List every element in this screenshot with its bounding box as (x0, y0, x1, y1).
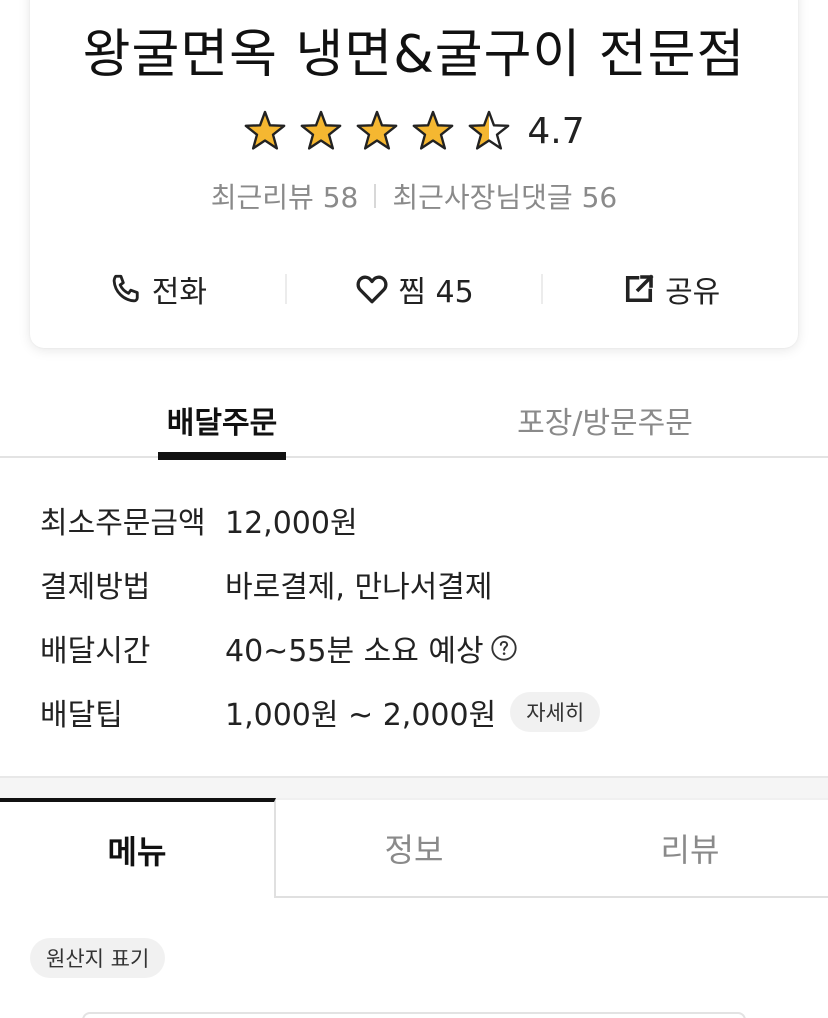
share-icon (626, 274, 654, 303)
question-circle-icon[interactable] (490, 634, 518, 662)
info-value: 12,000원 (225, 506, 358, 541)
heart-icon (356, 275, 388, 304)
min-order-row: 최소주문금액 12,000원 (40, 488, 800, 552)
share-label: 공유 (665, 275, 721, 310)
star-rating (243, 109, 511, 153)
store-name: 왕굴면옥 냉면&굴구이 전문점 (82, 25, 746, 85)
like-button[interactable]: 찜 45 (287, 267, 542, 311)
phone-icon (112, 274, 139, 303)
recent-review-count[interactable]: 최근리뷰 58 (211, 176, 359, 216)
store-header-card: 왕굴면옥 냉면&굴구이 전문점 4.7 최근리뷰 58 최근사장님댓글 56 전… (30, 0, 798, 348)
delivery-tip-row: 배달팁 1,000원 ~ 2,000원 자세히 (40, 680, 800, 744)
delivery-info: 최소주문금액 12,000원 결제방법 바로결제, 만나서결제 배달시간 40~… (40, 488, 800, 744)
star-icon (300, 110, 342, 150)
order-type-tabs: 배달주문 포장/방문주문 (0, 380, 828, 460)
info-label: 배달시간 (40, 634, 151, 669)
tab-menu[interactable]: 메뉴 (0, 798, 276, 898)
delivery-time-row: 배달시간 40~55분 소요 예상 (40, 616, 800, 680)
content-tabs: 메뉴 정보 리뷰 (0, 798, 828, 898)
counts-divider (374, 184, 377, 208)
info-value: 40~55분 소요 예상 (225, 634, 484, 669)
info-value-wrap: 40~55분 소요 예상 (225, 626, 518, 670)
action-bar: 전화 찜 45 공유 (30, 266, 798, 312)
info-value: 바로결제, 만나서결제 (225, 570, 493, 605)
info-value: 1,000원 ~ 2,000원 (225, 698, 497, 733)
payment-method-row: 결제방법 바로결제, 만나서결제 (40, 552, 800, 616)
delivery-tip-detail-button[interactable]: 자세히 (510, 692, 601, 732)
call-button[interactable]: 전화 (30, 267, 285, 311)
tab-pickup-order[interactable]: 포장/방문주문 (480, 380, 730, 458)
rating-row: 4.7 (30, 106, 798, 156)
section-divider (0, 776, 828, 798)
info-label: 결제방법 (40, 570, 151, 605)
star-icon (244, 110, 286, 150)
info-label: 최소주문금액 (40, 506, 206, 541)
like-label: 찜 45 (398, 275, 474, 310)
info-label: 배달팁 (40, 698, 123, 733)
share-button[interactable]: 공유 (543, 267, 798, 311)
star-icon (356, 110, 398, 150)
star-icon (412, 110, 454, 150)
menu-card-edge (82, 1012, 746, 1018)
tab-delivery-order[interactable]: 배달주문 (158, 380, 286, 460)
call-label: 전화 (151, 275, 207, 310)
info-value-wrap: 1,000원 ~ 2,000원 자세히 (225, 690, 601, 734)
tab-info[interactable]: 정보 (276, 798, 552, 898)
rating-value: 4.7 (527, 110, 585, 152)
origin-label-button[interactable]: 원산지 표기 (30, 938, 166, 978)
review-counts: 최근리뷰 58 최근사장님댓글 56 (30, 176, 798, 216)
owner-reply-count[interactable]: 최근사장님댓글 56 (392, 176, 617, 216)
tab-reviews[interactable]: 리뷰 (552, 798, 828, 898)
star-icon (468, 110, 510, 150)
